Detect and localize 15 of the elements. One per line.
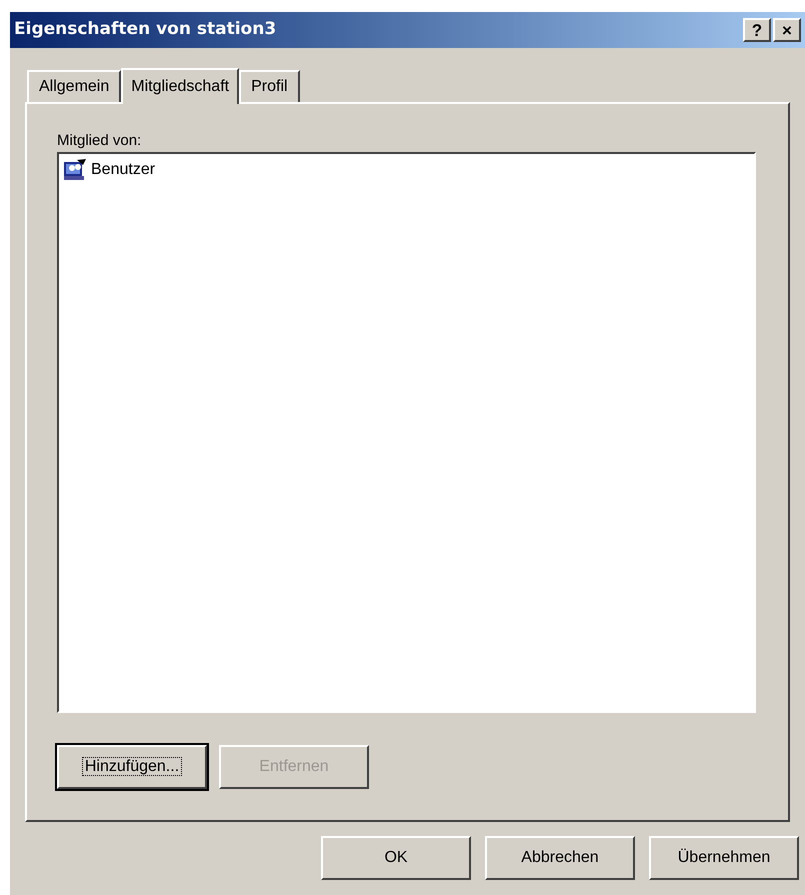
list-label: Mitglied von: (57, 132, 142, 150)
close-button[interactable]: × (773, 18, 801, 42)
apply-button[interactable]: Übernehmen (649, 836, 799, 880)
user-group-icon (63, 159, 87, 181)
member-list[interactable]: Benutzer (57, 152, 756, 713)
cancel-button[interactable]: Abbrechen (485, 836, 635, 880)
item-label: Benutzer (91, 160, 156, 180)
ok-button[interactable]: OK (321, 836, 471, 880)
help-button[interactable]: ? (743, 18, 771, 42)
add-button[interactable]: Hinzufügen... (57, 745, 207, 789)
tab[interactable]: Profil (239, 70, 300, 102)
tab[interactable]: Allgemein (27, 70, 122, 102)
list-item[interactable]: Benutzer (63, 158, 158, 182)
window-title: Eigenschaften von station3 (14, 18, 278, 42)
tab[interactable]: Mitgliedschaft (121, 68, 240, 104)
